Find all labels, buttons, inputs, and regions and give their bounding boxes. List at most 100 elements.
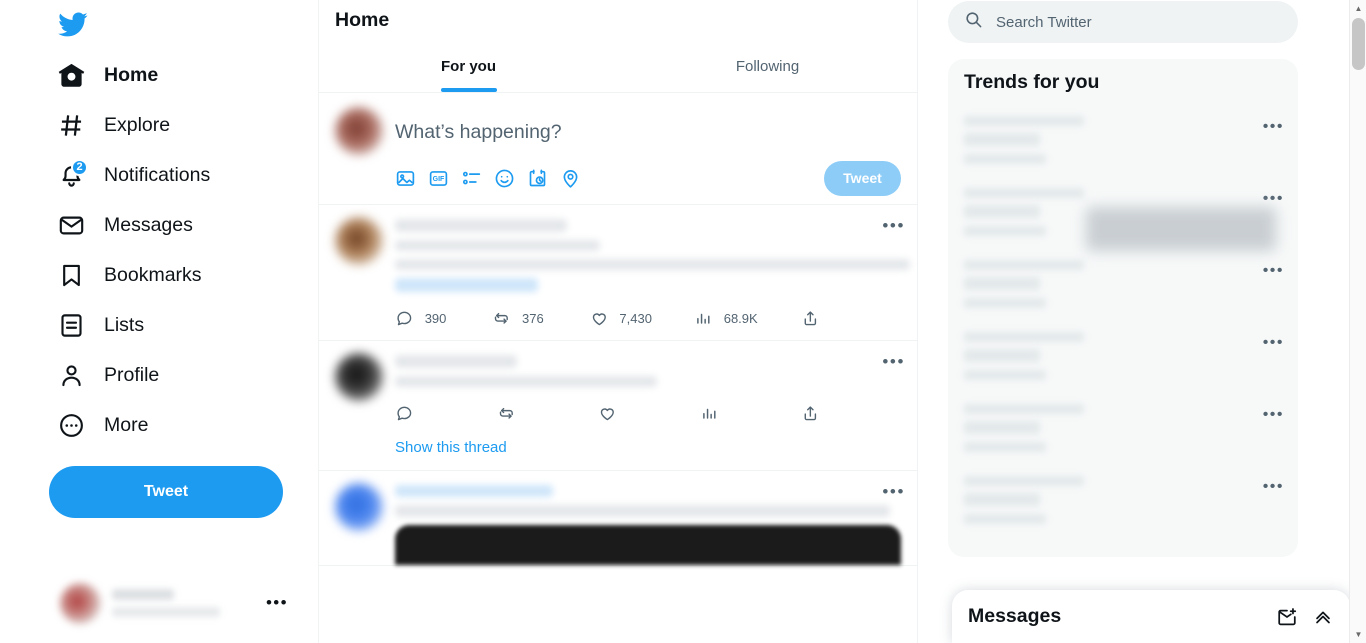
tweet-author-redacted — [395, 485, 553, 497]
views-button[interactable]: 68.9K — [694, 309, 801, 328]
tweet-media[interactable] — [395, 525, 901, 565]
trend-item[interactable]: ••• — [948, 320, 1298, 392]
avatar — [335, 107, 383, 155]
tweet-actions — [395, 397, 820, 429]
chevron-up-icon[interactable] — [1312, 606, 1334, 628]
avatar[interactable] — [335, 483, 383, 531]
sidebar-item-label: Bookmarks — [104, 264, 202, 286]
home-icon — [58, 62, 85, 89]
tab-label: For you — [441, 57, 496, 75]
composer-actions: GIF Tweet — [395, 154, 901, 202]
trend-more-icon[interactable]: ••• — [1263, 119, 1284, 135]
image-icon[interactable] — [395, 168, 416, 189]
sidebar-item-label: Notifications — [104, 164, 211, 186]
scroll-up-arrow[interactable]: ▲ — [1350, 0, 1366, 17]
tweet-body: 390 376 7,430 68.9K — [383, 217, 910, 340]
composer-body: What’s happening? GIF Tweet — [383, 99, 901, 204]
tweet-author-redacted — [395, 219, 567, 232]
sidebar-item-profile[interactable]: Profile — [49, 350, 257, 400]
scroll-down-arrow[interactable]: ▼ — [1350, 626, 1366, 643]
tweet-text-input[interactable]: What’s happening? — [395, 99, 901, 154]
more-circle-icon — [58, 412, 85, 439]
sidebar-item-lists[interactable]: Lists — [49, 300, 257, 350]
tweet-item[interactable]: ••• — [319, 471, 917, 566]
tab-for-you[interactable]: For you — [319, 40, 618, 92]
twitter-bird-icon — [57, 9, 88, 40]
retweet-button[interactable]: 376 — [492, 309, 589, 328]
svg-text:GIF: GIF — [433, 176, 445, 183]
like-count: 7,430 — [619, 310, 652, 326]
retweet-count: 376 — [522, 310, 544, 326]
share-button[interactable] — [801, 309, 820, 328]
tweet-more-icon[interactable]: ••• — [882, 217, 905, 234]
composer-icon-bar: GIF — [395, 168, 824, 189]
reply-button[interactable] — [395, 404, 497, 423]
like-button[interactable] — [598, 404, 700, 423]
tweet-text-redacted — [395, 259, 910, 270]
emoji-icon[interactable] — [494, 168, 515, 189]
trend-item[interactable]: ••• — [948, 104, 1298, 176]
account-switcher[interactable]: ••• — [49, 571, 299, 635]
tab-label: Following — [735, 57, 800, 75]
twitter-logo[interactable] — [49, 2, 318, 46]
retweet-button[interactable] — [497, 404, 599, 423]
trend-more-icon[interactable]: ••• — [1263, 479, 1284, 495]
search-input[interactable] — [996, 13, 1282, 31]
tweet-more-icon[interactable]: ••• — [882, 483, 905, 500]
sidebar-item-bookmarks[interactable]: Bookmarks — [49, 250, 257, 300]
avatar[interactable] — [335, 217, 383, 265]
composer-tweet-button[interactable]: Tweet — [824, 160, 901, 196]
trends-title: Trends for you — [964, 71, 1100, 93]
trend-item[interactable]: ••• — [948, 392, 1298, 464]
scrollbar-thumb[interactable] — [1352, 18, 1365, 70]
views-button[interactable] — [700, 404, 802, 423]
trends-panel: Trends for you ••• ••• ••• ••• ••• ••• — [948, 59, 1298, 557]
trend-more-icon[interactable]: ••• — [1263, 407, 1284, 423]
poll-icon[interactable] — [461, 168, 482, 189]
sidebar-item-messages[interactable]: Messages — [49, 200, 257, 250]
left-sidebar: Home Explore 2 Notifications Messages Bo… — [0, 0, 318, 643]
sidebar-item-notifications[interactable]: 2 Notifications — [49, 150, 257, 200]
new-message-icon[interactable] — [1276, 606, 1298, 628]
sidebar-item-explore[interactable]: Explore — [49, 100, 257, 150]
show-thread-link[interactable]: Show this thread — [395, 435, 901, 470]
sidebar-item-home[interactable]: Home — [49, 50, 257, 100]
timeline-header: Home — [319, 0, 917, 40]
avatar[interactable] — [335, 353, 383, 401]
trend-more-icon[interactable]: ••• — [1263, 263, 1284, 279]
tweet-item[interactable]: Show this thread ••• — [319, 341, 917, 471]
reply-button[interactable]: 390 — [395, 309, 492, 328]
sidebar-item-label: Lists — [104, 314, 145, 336]
compose-tweet-button[interactable]: Tweet — [49, 466, 283, 518]
tweet-link-redacted — [395, 278, 538, 292]
like-button[interactable]: 7,430 — [590, 309, 694, 328]
person-icon — [58, 362, 85, 389]
tweet-body: Show this thread — [383, 353, 901, 470]
notification-badge: 2 — [71, 158, 88, 176]
more-dots-icon[interactable]: ••• — [266, 594, 288, 611]
timeline-column: Home For you Following What’s happening? — [318, 0, 918, 643]
views-count: 68.9K — [723, 310, 758, 326]
tweet-author-redacted — [395, 355, 517, 368]
tweet-item[interactable]: 390 376 7,430 68.9K ••• — [319, 205, 917, 341]
schedule-icon[interactable] — [527, 168, 548, 189]
sidebar-item-more[interactable]: More — [49, 400, 257, 450]
hashtag-icon — [58, 112, 85, 139]
tweet-actions: 390 376 7,430 68.9K — [395, 302, 820, 334]
account-name-redacted — [112, 589, 255, 617]
tweet-more-icon[interactable]: ••• — [882, 353, 905, 370]
search-bar[interactable] — [948, 1, 1298, 43]
right-sidebar: Trends for you ••• ••• ••• ••• ••• — [918, 0, 1366, 643]
messages-dock[interactable]: Messages — [952, 590, 1350, 643]
location-icon[interactable] — [560, 168, 581, 189]
twitter-app: Home Explore 2 Notifications Messages Bo… — [0, 0, 1366, 643]
trend-item[interactable]: ••• — [948, 464, 1298, 536]
trend-more-icon[interactable]: ••• — [1263, 191, 1284, 207]
share-button[interactable] — [801, 404, 820, 423]
tab-following[interactable]: Following — [618, 40, 917, 92]
browser-scrollbar[interactable]: ▲ ▼ — [1349, 0, 1366, 643]
gif-icon[interactable]: GIF — [428, 168, 449, 189]
tweet-body — [383, 483, 901, 565]
trend-item[interactable]: ••• — [948, 248, 1298, 320]
trend-more-icon[interactable]: ••• — [1263, 335, 1284, 351]
